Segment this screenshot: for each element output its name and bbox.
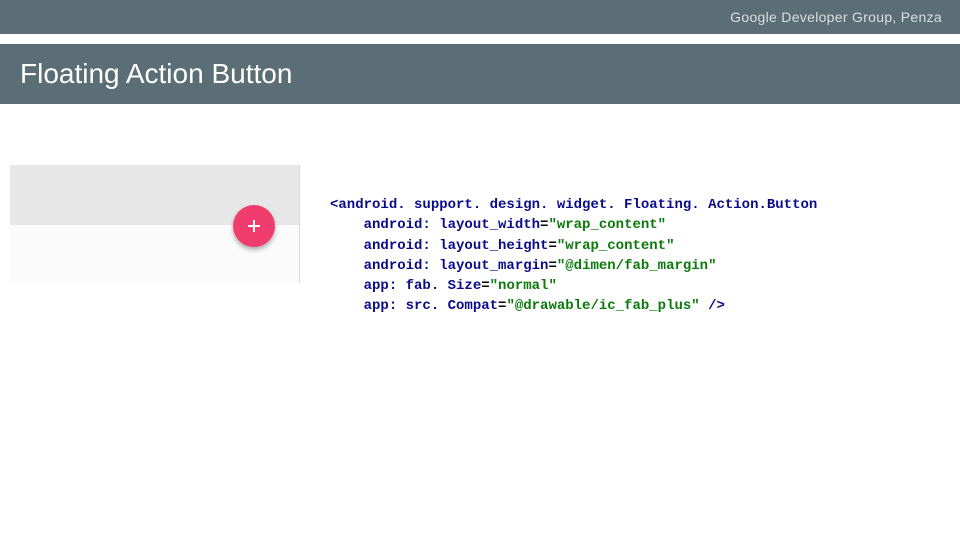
page-title: Floating Action Button [20, 58, 292, 90]
code-attr-name-4: app: src. Compat [364, 298, 498, 314]
code-attr-val-3: "normal" [490, 278, 557, 294]
code-block: <android. support. design. widget. Float… [330, 195, 950, 317]
code-close: /> [700, 298, 725, 314]
code-indent-0 [330, 217, 364, 233]
title-band: Floating Action Button [0, 44, 960, 104]
header-group-label: Google Developer Group, Penza [730, 9, 942, 25]
fab-preview [10, 165, 300, 283]
code-attr-val-4: "@drawable/ic_fab_plus" [506, 298, 699, 314]
code-indent-1 [330, 238, 364, 254]
code-attr-name-2: android: layout_margin [364, 258, 549, 274]
code-indent-4 [330, 298, 364, 314]
code-attr-name-3: app: fab. Size [364, 278, 482, 294]
code-attr-val-0: "wrap_content" [548, 217, 666, 233]
code-indent-2 [330, 258, 364, 274]
code-attr-name-0: android: layout_width [364, 217, 540, 233]
plus-icon [246, 218, 262, 234]
header-strip: Google Developer Group, Penza [0, 0, 960, 34]
code-tag-name: android. support. design. widget. Floati… [338, 197, 817, 213]
code-indent-3 [330, 278, 364, 294]
code-attr-val-1: "wrap_content" [557, 238, 675, 254]
floating-action-button[interactable] [233, 205, 275, 247]
code-attr-name-1: android: layout_height [364, 238, 549, 254]
code-attr-val-2: "@dimen/fab_margin" [557, 258, 717, 274]
